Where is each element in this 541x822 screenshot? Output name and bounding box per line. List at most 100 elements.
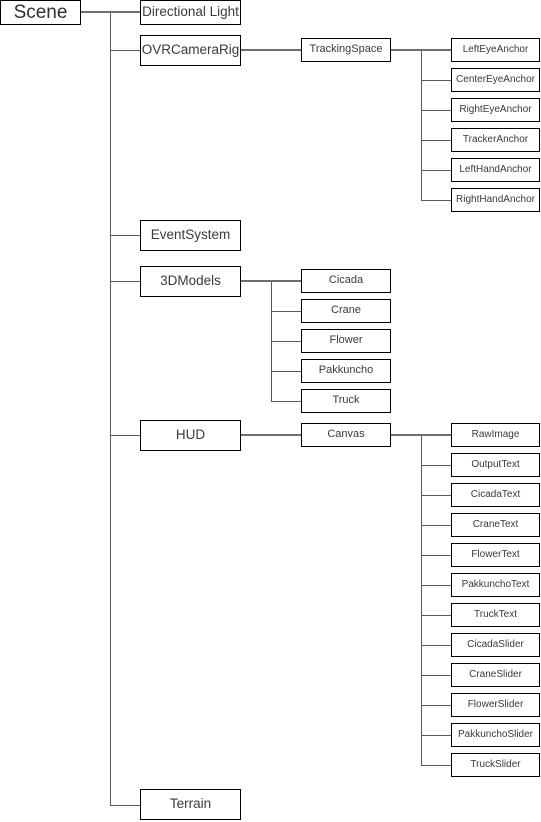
edge-3dmodels-branch-2 [271,341,301,342]
node-rawimage[interactable]: RawImage [451,423,540,447]
node-label: RightEyeAnchor [459,103,532,115]
node-label: TruckText [474,608,517,620]
node-craneslider[interactable]: CraneSlider [451,663,540,687]
edge-3dmodels-branch-3 [271,371,301,372]
edge-canvas-branch-9 [421,705,451,706]
edge-trackingspace-branch-0 [421,49,451,51]
node-label: Canvas [327,428,365,441]
edge-canvas-stub [391,434,421,436]
node-label: CicadaText [470,488,521,500]
node-label: HUD [175,427,206,443]
node-cicadatext[interactable]: CicadaText [451,483,540,507]
edge-canvas-branch-2 [421,495,451,496]
edge-trackingspace-branch-5 [421,200,451,201]
node-cranetext[interactable]: CraneText [451,513,540,537]
edge-canvas-branch-5 [421,585,451,586]
node-label: TruckSlider [470,758,521,770]
edge-root-stub [81,11,110,13]
edge-hud-canvas [241,434,301,436]
edge-root-branch-5 [110,805,140,806]
node-trucktext[interactable]: TruckText [451,603,540,627]
edge-canvas-branch-4 [421,555,451,556]
node-lefteyeanchor[interactable]: LeftEyeAnchor [451,38,540,62]
node-outputtext[interactable]: OutputText [451,453,540,477]
edge-root-branch-3 [110,281,140,282]
edge-canvas-branch-8 [421,675,451,676]
edge-canvas-trunk [421,435,422,765]
node-terrain[interactable]: Terrain [140,789,241,820]
edge-canvas-branch-0 [421,434,451,436]
node-canvas[interactable]: Canvas [301,423,391,447]
node-label: TrackerAnchor [462,133,529,145]
node-cicada[interactable]: Cicada [301,269,391,293]
node-lefthandanchor[interactable]: LeftHandAnchor [451,158,540,182]
node-truck[interactable]: Truck [301,389,391,413]
edge-trackingspace-branch-2 [421,110,451,111]
edge-canvas-branch-6 [421,615,451,616]
node-ovrcamerarig[interactable]: OVRCameraRig [140,35,241,66]
node-trackeranchor[interactable]: TrackerAnchor [451,128,540,152]
node-cicadaslider[interactable]: CicadaSlider [451,633,540,657]
node-label: RightHandAnchor [456,193,535,205]
node-label: Crane [331,304,361,317]
scene-hierarchy-diagram: Scene Directional Light OVRCameraRig EventS… [0,0,541,822]
edge-3dmodels-stub [241,280,271,282]
node-pakkunchotext[interactable]: PakkunchoText [451,573,540,597]
edge-canvas-branch-7 [421,645,451,646]
node-label: OutputText [471,458,520,470]
node-scene[interactable]: Scene [0,0,81,25]
node-truckslider[interactable]: TruckSlider [451,753,540,777]
node-centereyeanchor[interactable]: CenterEyeAnchor [451,68,540,92]
edge-canvas-branch-3 [421,525,451,526]
node-label: FlowerSlider [467,698,524,710]
node-flowertext[interactable]: FlowerText [451,543,540,567]
node-label: TrackingSpace [309,43,383,56]
node-label: LeftHandAnchor [459,163,532,175]
edge-root-branch-2 [110,235,140,236]
edge-3dmodels-branch-0 [271,280,301,282]
node-label: Terrain [169,796,212,812]
node-label: CenterEyeAnchor [456,73,535,85]
node-righteyeanchor[interactable]: RightEyeAnchor [451,98,540,122]
node-righthandanchor[interactable]: RightHandAnchor [451,188,540,212]
edge-canvas-branch-11 [421,765,451,766]
edge-root-branch-4 [110,435,140,436]
node-label: OVRCameraRig [141,42,240,58]
edge-trackingspace-branch-4 [421,170,451,171]
node-label: FlowerText [471,548,520,560]
node-label: PakkunchoSlider [457,728,534,740]
edge-root-branch-0 [110,11,140,13]
node-label: Flower [329,334,363,347]
node-crane[interactable]: Crane [301,299,391,323]
node-flowerslider[interactable]: FlowerSlider [451,693,540,717]
node-label: RawImage [471,428,520,440]
node-label: CraneSlider [469,668,522,680]
node-label: Pakkuncho [318,364,374,377]
node-label: 3DModels [160,273,221,289]
node-eventsystem[interactable]: EventSystem [140,220,241,251]
node-label: CicadaSlider [467,638,524,650]
node-label: Scene [13,1,68,23]
edge-root-trunk [110,12,111,805]
node-trackingspace[interactable]: TrackingSpace [301,38,391,62]
edge-trackingspace-branch-1 [421,80,451,81]
edge-trackingspace-stub [391,49,421,51]
node-label: Truck [332,394,360,407]
edge-3dmodels-branch-4 [271,401,301,402]
node-directional-light[interactable]: Directional Light [140,0,241,25]
node-flower[interactable]: Flower [301,329,391,353]
node-pakkunchoslider[interactable]: PakkunchoSlider [451,723,540,747]
node-label: Cicada [328,274,364,287]
node-label: PakkunchoText [461,578,530,590]
node-label: LeftEyeAnchor [462,43,529,55]
edge-canvas-branch-10 [421,735,451,736]
node-hud[interactable]: HUD [140,420,241,451]
node-pakkuncho[interactable]: Pakkuncho [301,359,391,383]
node-label: Directional Light [142,4,239,20]
edge-trackingspace-branch-3 [421,140,451,141]
edge-root-branch-1 [110,50,140,51]
edge-canvas-branch-1 [421,465,451,466]
edge-3dmodels-branch-1 [271,311,301,312]
node-3dmodels[interactable]: 3DModels [140,266,241,297]
edge-trackingspace-trunk [421,50,422,200]
